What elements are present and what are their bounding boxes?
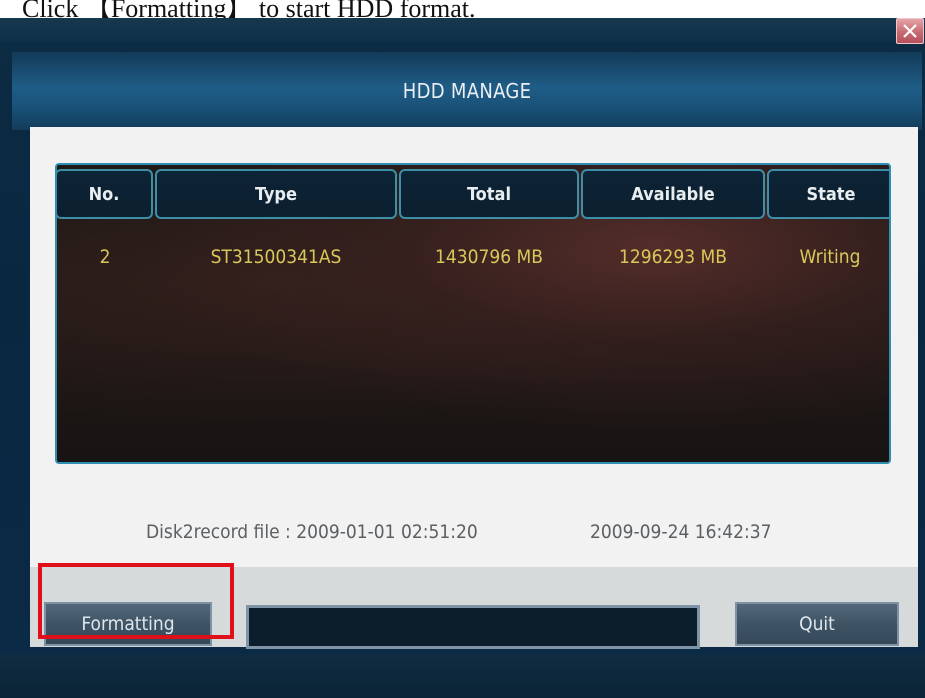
format-progress-bar [246, 605, 700, 649]
table-header: No. Type Total Available State [57, 165, 889, 225]
column-header-no: No. [57, 169, 153, 219]
window-title: HDD MANAGE [402, 79, 532, 103]
table-row[interactable]: 2 ST31500341AS 1430796 MB 1296293 MB Wri… [57, 237, 889, 277]
quit-button[interactable]: Quit [735, 602, 899, 646]
cell-type: ST31500341AS [210, 246, 342, 268]
close-button[interactable] [896, 18, 924, 44]
record-start-text: Disk2record file : 2009-01-01 02:51:20 [146, 521, 478, 543]
cell-state: Writing [799, 246, 861, 268]
formatting-highlight-box [38, 563, 234, 639]
column-header-total: Total [399, 169, 579, 219]
close-icon [903, 24, 917, 38]
cell-no: 2 [99, 246, 111, 268]
screen-top-edge [0, 18, 925, 42]
column-header-type: Type [155, 169, 397, 219]
column-header-state: State [767, 169, 889, 219]
record-info: Disk2record file : 2009-01-01 02:51:20 2… [30, 519, 918, 549]
cell-available: 1296293 MB [618, 246, 728, 268]
cell-total: 1430796 MB [434, 246, 544, 268]
column-header-available: Available [581, 169, 765, 219]
hdd-table: No. Type Total Available State 2 ST31500… [55, 163, 891, 464]
window-title-bar: HDD MANAGE [12, 52, 922, 130]
screen-bottom-edge [0, 654, 925, 698]
record-end-text: 2009-09-24 16:42:37 [590, 521, 772, 543]
